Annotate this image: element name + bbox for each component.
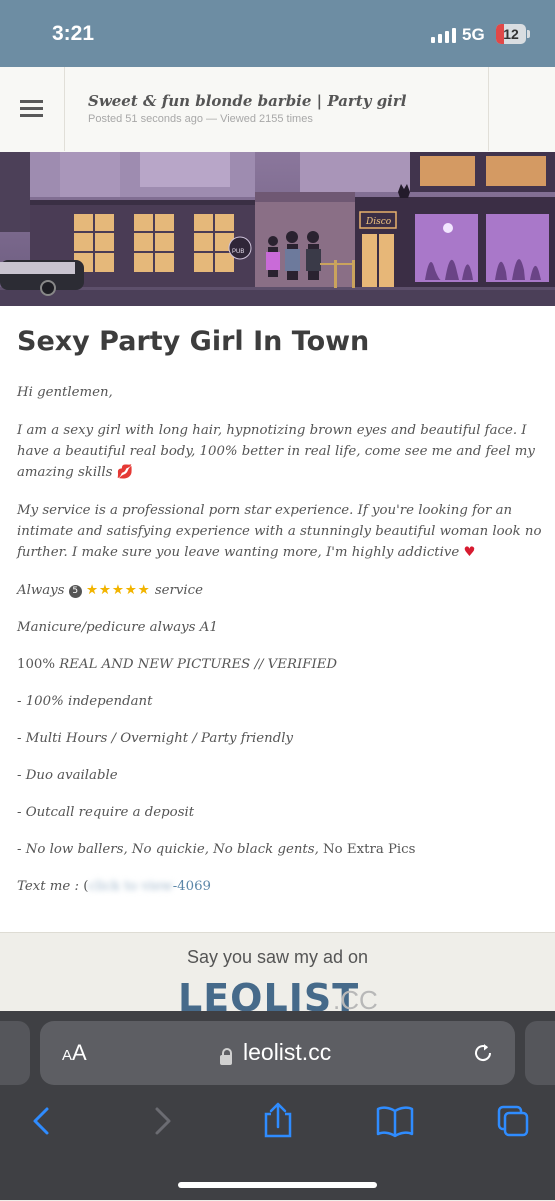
ad-header: Sweet & fun blonde barbie | Party girl P…: [0, 67, 555, 153]
lock-icon: [220, 1048, 232, 1065]
battery-icon: 12: [496, 24, 526, 44]
stars-icon: ★★★★★: [85, 583, 151, 598]
tabs-icon[interactable]: [491, 1101, 535, 1141]
ad-contact: Text me : (click to view-4069: [17, 879, 212, 894]
ad-bullet-1: - 100% independant: [17, 694, 153, 709]
address-bar[interactable]: AA leolist.cc: [40, 1021, 515, 1085]
prev-tab-preview[interactable]: [0, 1021, 30, 1085]
header-meta: Posted 51 seconds ago — Viewed 2155 time…: [88, 113, 313, 125]
pub-sign: PUB: [232, 249, 244, 255]
ad-bullet-4: - Outcall require a deposit: [17, 805, 195, 820]
reader-settings-button[interactable]: AA: [62, 1040, 87, 1066]
ad-manicure: Manicure/pedicure always A1: [17, 620, 218, 635]
back-icon[interactable]: [20, 1101, 64, 1141]
status-bar: 3:21 5G 12: [0, 0, 555, 67]
forward-icon[interactable]: [140, 1101, 184, 1141]
header-title: Sweet & fun blonde barbie | Party girl: [88, 92, 407, 110]
ad-greeting: Hi gentlemen,: [17, 385, 113, 400]
ad-bullet-2: - Multi Hours / Overnight / Party friend…: [17, 731, 294, 746]
disco-sign: Disco: [365, 217, 392, 227]
header-side-panel: [488, 67, 555, 151]
phone-number[interactable]: -4069: [173, 879, 211, 894]
share-icon[interactable]: [256, 1101, 300, 1141]
browser-toolbar: AA leolist.cc: [0, 1011, 555, 1200]
network-type: 5G: [462, 25, 485, 44]
banner-illustration: PUB Disco: [0, 152, 555, 306]
home-indicator[interactable]: [178, 1182, 377, 1188]
next-tab-preview[interactable]: [525, 1021, 555, 1085]
ad-paragraph-2: My service is a professional porn star e…: [17, 503, 542, 560]
status-time: 3:21: [52, 22, 95, 45]
ad-always-line: Always 5 ★★★★★ service: [17, 583, 203, 598]
signal-icon: [431, 27, 457, 43]
heart-emoji-icon: ♥: [463, 545, 476, 560]
url-text: leolist.cc: [243, 1039, 332, 1065]
footer-say: Say you saw my ad on: [186, 947, 369, 967]
phone-reveal-link[interactable]: click to view: [88, 879, 172, 894]
menu-button[interactable]: [0, 67, 65, 151]
ad-paragraph-1: I am a sexy girl with long hair, hypnoti…: [17, 423, 535, 480]
five-badge-icon: 5: [68, 585, 82, 598]
bookmarks-icon[interactable]: [373, 1101, 417, 1141]
ad-bullet-3: - Duo available: [17, 768, 118, 783]
lips-emoji-icon: 💋: [116, 465, 134, 480]
ad-verified-line: 100% REAL AND NEW PICTURES // VERIFIED: [17, 657, 338, 672]
ad-bullet-5: - No low ballers, No quickie, No black g…: [17, 842, 416, 857]
ad-body: Sexy Party Girl In Town Hi gentlemen, I …: [0, 306, 555, 932]
ad-title: Sexy Party Girl In Town: [17, 326, 370, 357]
reload-icon[interactable]: [472, 1042, 494, 1064]
